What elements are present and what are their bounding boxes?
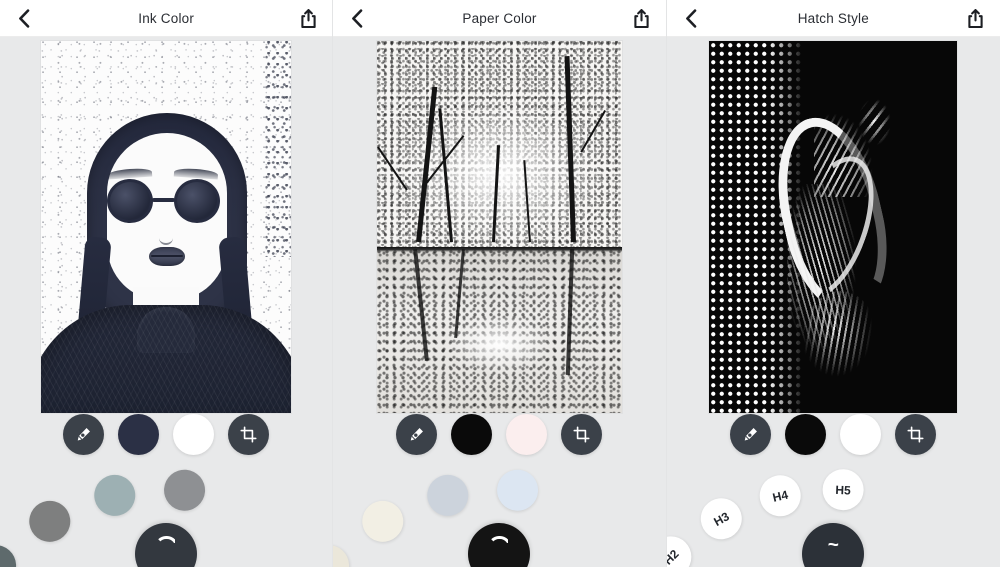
screenshot-root: Ink Color Paper Color Hatch Style H2 H3 … xyxy=(0,0,1000,567)
crop-tool-button[interactable] xyxy=(228,414,270,455)
artwork-sunglass-left xyxy=(107,179,154,223)
crop-icon xyxy=(573,426,591,443)
artwork-water-reflection xyxy=(376,249,622,413)
paper-swatch-arc[interactable] xyxy=(333,455,665,567)
color-swatch[interactable] xyxy=(21,492,78,549)
paper-color-preview-button[interactable] xyxy=(173,414,215,455)
screen-ink-color: Ink Color xyxy=(0,0,334,567)
artwork-figure xyxy=(761,78,908,390)
back-button[interactable] xyxy=(14,8,34,28)
undo-arc-icon xyxy=(487,536,511,547)
color-swatch[interactable] xyxy=(162,467,207,512)
color-swatch[interactable] xyxy=(495,467,540,512)
swatch-label: H3 xyxy=(710,508,732,529)
hatch-style-swatch[interactable]: H3 xyxy=(693,490,749,547)
color-swatch[interactable] xyxy=(423,470,473,520)
share-icon xyxy=(634,8,649,28)
pen-nib-icon xyxy=(745,428,758,441)
ink-color-preview-button[interactable] xyxy=(785,414,827,455)
artwork-sunglass-bridge xyxy=(152,198,176,202)
paper-color-preview-button[interactable] xyxy=(506,414,548,455)
ink-color-preview-button[interactable] xyxy=(118,414,160,455)
hatch-style-swatch[interactable]: H2 xyxy=(666,527,700,567)
share-icon xyxy=(301,8,316,28)
share-button[interactable] xyxy=(298,8,318,28)
ink-tool-button[interactable] xyxy=(63,414,105,455)
swatch-label: H2 xyxy=(666,545,682,567)
share-button[interactable] xyxy=(966,8,986,28)
canvas-area[interactable] xyxy=(333,37,666,417)
tilde-icon: ~ xyxy=(827,535,839,556)
nav-bar: Paper Color xyxy=(333,0,666,37)
hatch-style-arc[interactable]: L6L7L8HH1H2H3H4H5 ~ xyxy=(666,455,1000,567)
crop-icon xyxy=(907,426,924,443)
ink-tool-button[interactable] xyxy=(396,414,438,455)
artwork-lip-line xyxy=(151,255,184,257)
canvas-area[interactable] xyxy=(0,37,333,417)
artwork-chin-shading xyxy=(803,290,879,385)
swatch-label: H4 xyxy=(770,486,790,504)
color-swatch[interactable] xyxy=(0,536,25,567)
artwork-portrait-sunglasses-sketch[interactable] xyxy=(41,41,292,413)
artwork-knit-texture xyxy=(41,305,292,413)
artwork-stray-strokes xyxy=(856,96,892,147)
chevron-left-icon xyxy=(352,8,363,28)
page-title: Paper Color xyxy=(462,10,537,26)
artwork-canopy xyxy=(376,41,622,257)
hatch-style-swatch[interactable]: H4 xyxy=(755,470,805,520)
pen-nib-icon xyxy=(77,428,91,441)
color-swatch[interactable] xyxy=(354,492,411,549)
hatch-style-swatch[interactable]: H5 xyxy=(821,467,865,511)
swatch-label: H5 xyxy=(834,481,851,497)
tool-row xyxy=(667,414,1000,455)
pen-nib-icon xyxy=(411,428,424,441)
nav-bar: Hatch Style xyxy=(666,0,1000,37)
screen-hatch-style: Hatch Style H2 H3 H4 H5 ~ xyxy=(666,0,1000,567)
nav-bar: Ink Color xyxy=(0,0,333,37)
chevron-left-icon xyxy=(19,8,30,28)
share-button[interactable] xyxy=(632,8,652,28)
crop-tool-button[interactable] xyxy=(895,414,937,455)
back-button[interactable] xyxy=(681,8,701,28)
artwork-nose xyxy=(159,223,174,245)
screen-paper-color: Paper Color xyxy=(333,0,667,567)
color-swatch[interactable] xyxy=(89,470,140,520)
paper-color-preview-button[interactable] xyxy=(840,414,882,455)
artwork-sunglass-right xyxy=(174,179,221,223)
artwork-edge-speckle xyxy=(265,41,292,257)
crop-tool-button[interactable] xyxy=(561,414,603,455)
undo-arc-icon xyxy=(154,536,178,547)
tool-row xyxy=(0,414,332,455)
chevron-left-icon xyxy=(685,8,696,28)
ink-tool-button[interactable] xyxy=(730,414,772,455)
artwork-forest-reflection-sketch[interactable] xyxy=(376,41,622,413)
ink-color-preview-button[interactable] xyxy=(451,414,493,455)
color-swatch[interactable] xyxy=(333,536,358,567)
canvas-area[interactable] xyxy=(666,37,1000,417)
artwork-halftone-hatch-portrait[interactable] xyxy=(709,41,958,413)
crop-icon xyxy=(240,426,257,443)
ink-swatch-arc[interactable] xyxy=(0,455,332,567)
page-title: Ink Color xyxy=(138,10,195,26)
page-title: Hatch Style xyxy=(797,10,869,26)
back-button[interactable] xyxy=(347,8,367,28)
share-icon xyxy=(968,8,984,28)
tool-row xyxy=(333,414,665,455)
